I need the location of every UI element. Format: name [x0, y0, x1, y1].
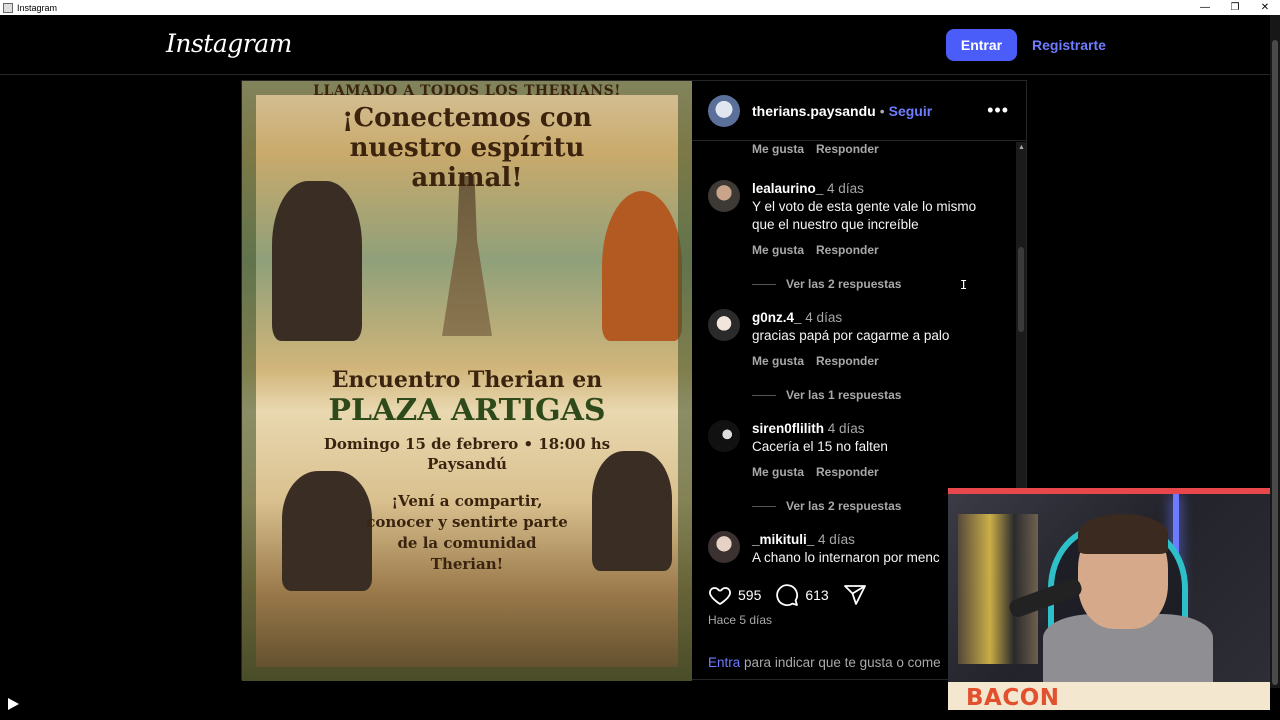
signup-link[interactable]: Registrarte [1032, 37, 1106, 53]
comment-time[interactable]: 4 días [805, 310, 842, 325]
view-replies-button[interactable]: Ver las 1 respuestas [752, 388, 901, 402]
heart-icon[interactable] [708, 583, 732, 607]
comment-username[interactable]: _mikituli_ [752, 532, 814, 547]
owner-avatar[interactable] [708, 94, 740, 127]
post-container: LLAMADO A TODOS LOS THERIANS! ¡Conectemo… [241, 80, 1027, 681]
poster-plaza: PLAZA ARTIGAS [328, 393, 606, 428]
comment-text: gracias papá por cagarme a palo [752, 328, 950, 343]
scroll-up-icon[interactable]: ▲ [1018, 144, 1025, 151]
poster-headline: ¡Conectemos con nuestro espíritu animal! [342, 103, 592, 193]
follow-button[interactable]: Seguir [889, 103, 933, 119]
like-comment-button[interactable]: Me gusta [752, 142, 804, 156]
view-replies-button[interactable]: Ver las 2 respuestas [752, 277, 901, 291]
replies-line [752, 505, 776, 507]
comment-icon[interactable] [775, 583, 799, 607]
instagram-logo[interactable]: Instagram [166, 29, 292, 58]
poster-invite: ¡Vení a compartir, conocer y sentirte pa… [366, 492, 568, 573]
commenter-avatar[interactable] [708, 531, 740, 563]
separator-dot: • [879, 102, 885, 119]
post-header: therians.paysandu • Seguir ••• [692, 81, 1027, 141]
comment-time[interactable]: 4 días [828, 421, 865, 436]
window-title: Instagram [17, 2, 58, 13]
webcam-overlay: BACON [948, 488, 1270, 710]
like-comment-button[interactable]: Me gusta [752, 465, 804, 479]
window-controls: — ❐ ✕ [1190, 0, 1280, 15]
view-replies-button[interactable]: Ver las 2 respuestas [752, 499, 901, 513]
streamer-banner: BACON [948, 682, 1270, 710]
login-prompt: Entra para indicar que te gusta o come [708, 655, 941, 670]
restore-button[interactable]: ❐ [1220, 0, 1250, 15]
close-button[interactable]: ✕ [1250, 0, 1280, 15]
comments-count[interactable]: 613 [805, 587, 828, 603]
comment-text: A chano lo internaron por menc [752, 550, 940, 565]
comment-actions: Me gusta Responder [752, 354, 879, 368]
page-scrollbar[interactable] [1270, 15, 1280, 688]
login-button[interactable]: Entrar [946, 29, 1017, 61]
scrollbar-thumb[interactable] [1018, 247, 1024, 332]
owner-username[interactable]: therians.paysandu [752, 103, 876, 119]
play-icon[interactable] [8, 698, 19, 710]
comment-actions: Me gusta Responder [752, 465, 879, 479]
poster-date: Domingo 15 de febrero • 18:00 hs [323, 435, 611, 453]
comment-body: siren0flilith 4 días Cacería el 15 no fa… [752, 420, 1002, 456]
comment-text: Cacería el 15 no falten [752, 439, 888, 454]
like-comment-button[interactable]: Me gusta [752, 354, 804, 368]
comment-actions: Me gusta Responder [752, 243, 879, 257]
view-replies-label: Ver las 2 respuestas [786, 277, 902, 291]
app-icon [3, 2, 13, 13]
comment-username[interactable]: lealaurino_ [752, 181, 823, 196]
window-titlebar: Instagram — ❐ ✕ [0, 0, 1280, 15]
login-prompt-text: para indicar que te gusta o come [744, 655, 941, 670]
minimize-button[interactable]: — [1190, 0, 1220, 15]
post-image[interactable]: LLAMADO A TODOS LOS THERIANS! ¡Conectemo… [242, 81, 692, 681]
replies-line [752, 283, 776, 285]
clothing-rack [958, 514, 1038, 664]
like-comment-button[interactable]: Me gusta [752, 243, 804, 257]
comment-body: g0nz.4_ 4 días gracias papá por cagarme … [752, 309, 1002, 345]
post-timestamp[interactable]: Hace 5 días [708, 613, 772, 627]
more-options-icon[interactable]: ••• [987, 100, 1009, 121]
commenter-avatar[interactable] [708, 309, 740, 341]
poster-city: Paysandú [427, 455, 507, 473]
comment-text: Y el voto de esta gente vale lo mismo qu… [752, 199, 977, 232]
share-icon[interactable] [843, 583, 867, 607]
text-cursor-icon: I [960, 278, 968, 292]
commenter-avatar[interactable] [708, 180, 740, 212]
banner-text: BACON [966, 685, 1060, 710]
reply-button[interactable]: Responder [816, 142, 879, 156]
comment-username[interactable]: g0nz.4_ [752, 310, 802, 325]
view-replies-label: Ver las 1 respuestas [786, 388, 902, 402]
reply-button[interactable]: Responder [816, 465, 879, 479]
top-header: Instagram Entrar Registrarte [0, 15, 1270, 75]
comment-time[interactable]: 4 días [818, 532, 855, 547]
view-replies-label: Ver las 2 respuestas [786, 499, 902, 513]
poster-encuentro: Encuentro Therian en [331, 367, 603, 393]
login-prompt-link[interactable]: Entra [708, 655, 740, 670]
reply-button[interactable]: Responder [816, 243, 879, 257]
comment-time[interactable]: 4 días [827, 181, 864, 196]
streamer-hair [1078, 514, 1168, 554]
replies-line [752, 394, 776, 396]
likes-count[interactable]: 595 [738, 587, 761, 603]
post-action-bar: 595 613 [708, 583, 867, 607]
poster-top-line: LLAMADO A TODOS LOS THERIANS! [313, 83, 621, 99]
comment-actions: Me gusta Responder [752, 142, 879, 156]
comment-body: lealaurino_ 4 días Y el voto de esta gen… [752, 180, 1002, 234]
comment-username[interactable]: siren0flilith [752, 421, 824, 436]
reply-button[interactable]: Responder [816, 354, 879, 368]
commenter-avatar[interactable] [708, 420, 740, 452]
page-scrollbar-thumb[interactable] [1272, 40, 1278, 685]
